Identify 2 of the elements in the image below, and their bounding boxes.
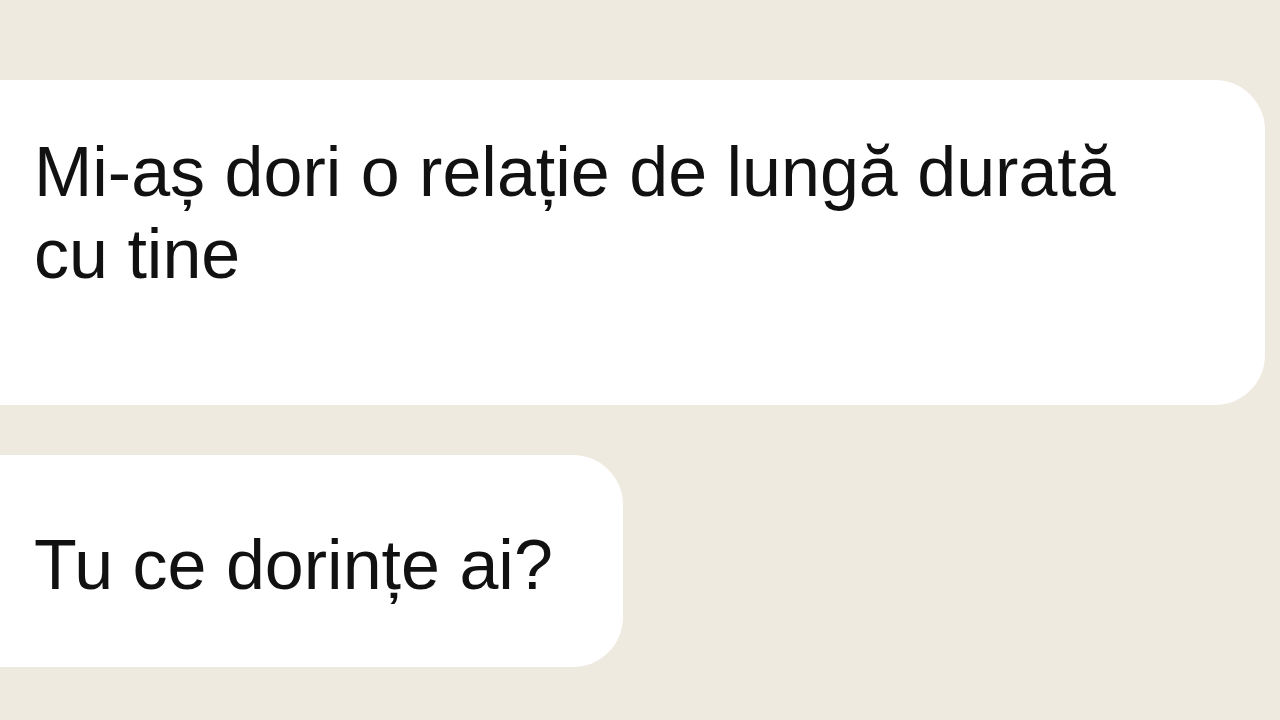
message-bubble: Tu ce dorințe ai?: [0, 455, 623, 667]
message-bubble: Mi-aș dori o relație de lungă durată cu tine: [0, 80, 1265, 405]
